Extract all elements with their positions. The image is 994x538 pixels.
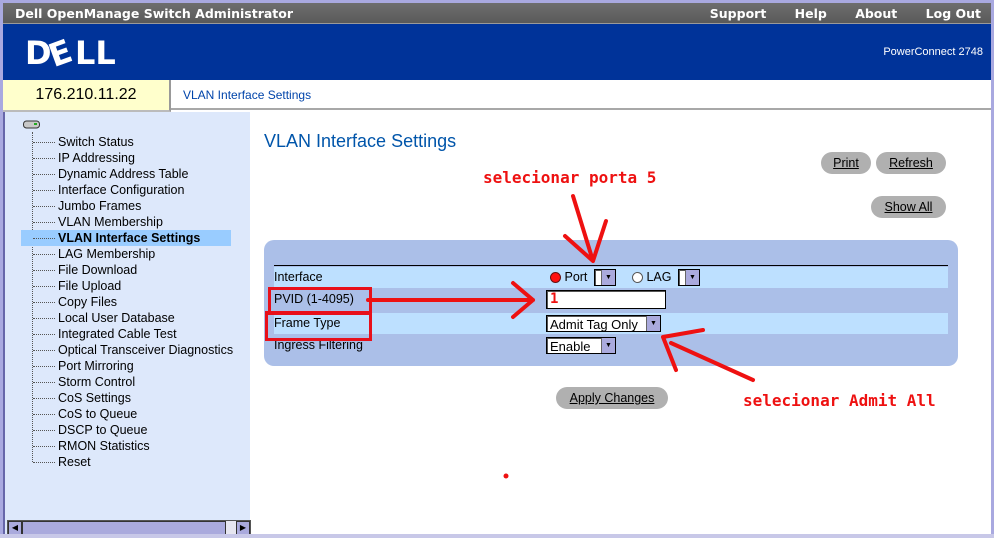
ingress-row: Ingress Filtering Enable ▼ xyxy=(274,335,948,356)
nav-support[interactable]: Support xyxy=(710,6,767,21)
sidebar-item-reset[interactable]: Reset xyxy=(5,454,238,470)
lag-select[interactable]: ▼ xyxy=(678,269,700,286)
highlight-box-frame-type xyxy=(265,311,372,341)
sidebar-item-cos-to-queue[interactable]: CoS to Queue xyxy=(5,406,238,422)
red-dot xyxy=(503,473,509,479)
sidebar-item-dscp-to-queue[interactable]: DSCP to Queue xyxy=(5,422,238,438)
scroll-thumb[interactable] xyxy=(22,521,226,535)
nav-help[interactable]: Help xyxy=(795,6,827,21)
interface-label: Interface xyxy=(274,270,323,284)
port-select[interactable]: ▼ xyxy=(594,269,616,286)
switch-icon xyxy=(23,120,40,129)
port-radio[interactable] xyxy=(550,272,561,284)
chevron-down-icon: ▼ xyxy=(601,338,615,353)
show-all-button[interactable]: Show All xyxy=(871,196,946,218)
print-button[interactable]: Print xyxy=(821,152,871,174)
refresh-button[interactable]: Refresh xyxy=(876,152,946,174)
frame-type-row: Frame Type Admit Tag Only ▼ xyxy=(274,313,948,334)
lag-radio[interactable] xyxy=(632,272,643,284)
sidebar-item-storm-control[interactable]: Storm Control xyxy=(5,374,238,390)
port-radio-group: Port xyxy=(550,267,587,288)
sidebar-hscrollbar[interactable]: ◀ ▶ xyxy=(7,520,251,535)
sidebar-item-dynamic-address-table[interactable]: Dynamic Address Table xyxy=(5,166,238,182)
annotation-select-port: selecionar porta 5 xyxy=(483,168,657,187)
status-bar xyxy=(0,534,994,538)
svg-text:LL: LL xyxy=(75,36,116,68)
interface-row: Interface Port ▼ LAG ▼ xyxy=(274,267,948,288)
sidebar-item-integrated-cable-test[interactable]: Integrated Cable Test xyxy=(5,326,238,342)
chevron-down-icon: ▼ xyxy=(685,270,699,285)
annotation-select-admit-all: selecionar Admit All xyxy=(743,391,936,410)
sidebar-item-vlan-interface-settings[interactable]: VLAN Interface Settings xyxy=(21,230,231,246)
nav-logout[interactable]: Log Out xyxy=(926,6,981,21)
sidebar-item-vlan-membership[interactable]: VLAN Membership xyxy=(5,214,238,230)
panel-divider xyxy=(274,265,948,266)
sidebar: Switch Status IP Addressing Dynamic Addres… xyxy=(3,112,251,535)
chevron-down-icon: ▼ xyxy=(601,270,615,285)
pvid-row: PVID (1-4095) 1 xyxy=(274,289,948,310)
top-nav: Support Help About Log Out xyxy=(686,6,981,21)
sidebar-item-interface-configuration[interactable]: Interface Configuration xyxy=(5,182,238,198)
sidebar-item-cos-settings[interactable]: CoS Settings xyxy=(5,390,238,406)
app-title: Dell OpenManage Switch Administrator xyxy=(15,6,294,21)
title-bar: Dell OpenManage Switch Administrator Sup… xyxy=(3,3,991,24)
breadcrumb: VLAN Interface Settings xyxy=(171,80,991,110)
pvid-input[interactable]: 1 xyxy=(546,290,666,309)
browser-frame: Dell OpenManage Switch Administrator Sup… xyxy=(3,3,991,535)
sidebar-item-local-user-database[interactable]: Local User Database xyxy=(5,310,238,326)
scroll-left-button[interactable]: ◀ xyxy=(8,521,22,535)
frame-type-select[interactable]: Admit Tag Only ▼ xyxy=(546,315,661,332)
chevron-down-icon: ▼ xyxy=(646,316,660,331)
port-radio-label: Port xyxy=(564,270,588,284)
nav-about[interactable]: About xyxy=(855,6,897,21)
sidebar-item-switch-status[interactable]: Switch Status xyxy=(5,134,238,150)
sidebar-item-copy-files[interactable]: Copy Files xyxy=(5,294,238,310)
lag-radio-group: LAG xyxy=(632,267,672,288)
scroll-right-button[interactable]: ▶ xyxy=(236,521,250,535)
dell-logo: D E LL xyxy=(25,36,116,68)
lag-radio-label: LAG xyxy=(646,270,672,284)
sidebar-item-file-download[interactable]: File Download xyxy=(5,262,238,278)
header-banner: D E LL PowerConnect 2748 xyxy=(3,24,991,80)
sidebar-item-file-upload[interactable]: File Upload xyxy=(5,278,238,294)
ip-address: 176.210.11.22 xyxy=(3,80,171,112)
sidebar-item-optical-transceiver-diagnostics[interactable]: Optical Transceiver Diagnostics xyxy=(5,342,238,358)
page-title: VLAN Interface Settings xyxy=(264,131,457,151)
sidebar-item-jumbo-frames[interactable]: Jumbo Frames xyxy=(5,198,238,214)
sidebar-item-rmon-statistics[interactable]: RMON Statistics xyxy=(5,438,238,454)
model-name: PowerConnect 2748 xyxy=(883,46,983,58)
sidebar-tree: Switch Status IP Addressing Dynamic Addres… xyxy=(5,134,238,470)
ingress-select[interactable]: Enable ▼ xyxy=(546,337,616,354)
sidebar-item-lag-membership[interactable]: LAG Membership xyxy=(5,246,238,262)
sidebar-item-port-mirroring[interactable]: Port Mirroring xyxy=(5,358,238,374)
sidebar-item-ip-addressing[interactable]: IP Addressing xyxy=(5,150,238,166)
apply-changes-button[interactable]: Apply Changes xyxy=(556,387,668,409)
